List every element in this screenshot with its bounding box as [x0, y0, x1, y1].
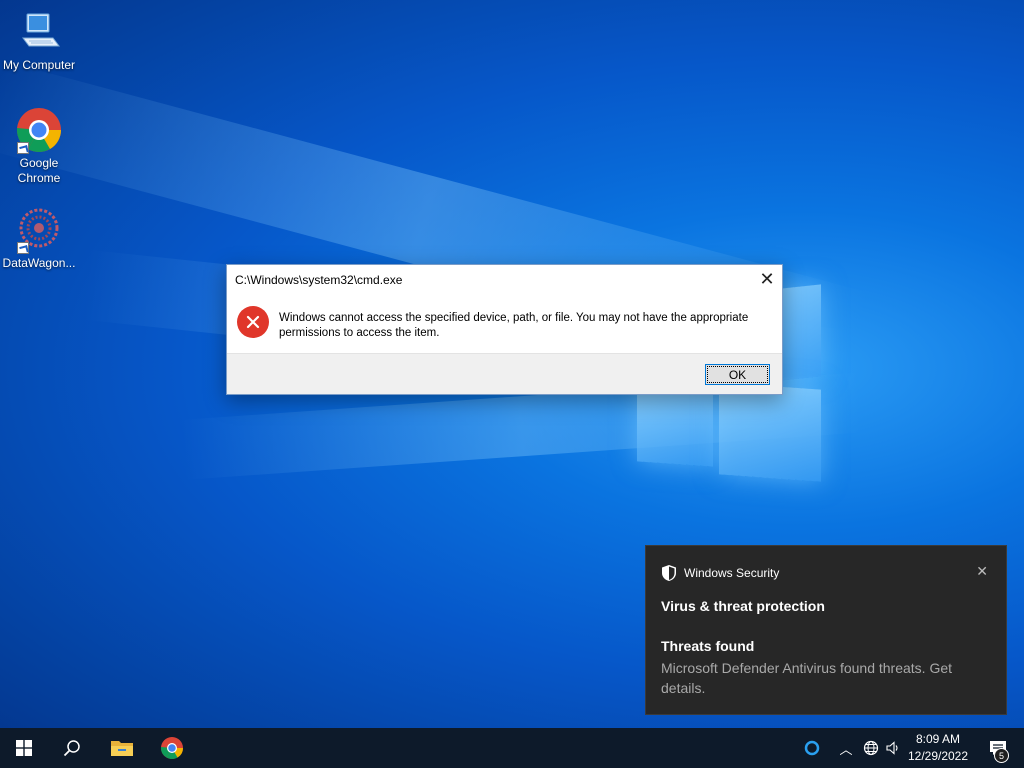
error-dialog: C:\Windows\system32\cmd.exe ✕ Windows ca…: [226, 264, 783, 395]
chrome-taskbar-button[interactable]: [148, 728, 196, 768]
toast-title: Threats found: [661, 638, 755, 654]
close-icon: ✕: [759, 268, 775, 289]
computer-icon: [15, 8, 63, 56]
desktop-icon-label: My Computer: [2, 58, 76, 72]
datawagon-icon: [15, 206, 63, 254]
toast-close-button[interactable]: ✕: [976, 563, 988, 580]
security-toast-notification[interactable]: Windows Security ✕ Virus & threat protec…: [645, 545, 1007, 715]
clock-time: 8:09 AM: [915, 732, 961, 746]
network-button[interactable]: [860, 728, 882, 768]
windows-start-icon: [16, 740, 32, 756]
volume-button[interactable]: [882, 728, 904, 768]
loading-icon: [804, 740, 820, 756]
taskbar: ︿ 8:09 AM 12/29/2022 5: [0, 728, 1024, 768]
chrome-icon: [15, 106, 63, 154]
desktop-icon-label: DataWagon...: [2, 256, 76, 270]
speaker-icon: [886, 741, 898, 755]
desktop-icon-google-chrome[interactable]: Google Chrome: [0, 106, 78, 186]
dialog-message: Windows cannot access the specified devi…: [279, 312, 749, 339]
close-icon: ✕: [976, 563, 988, 579]
start-button[interactable]: [0, 728, 48, 768]
dialog-title: C:\Windows\system32\cmd.exe: [235, 273, 403, 287]
dialog-close-button[interactable]: ✕: [752, 265, 782, 293]
chevron-up-icon: ︿: [839, 741, 853, 757]
shield-icon: [661, 564, 677, 582]
desktop-icon-label: Google Chrome: [17, 156, 61, 185]
clock-date: 12/29/2022: [907, 749, 969, 763]
file-explorer-button[interactable]: [98, 728, 146, 768]
action-center-button[interactable]: 5: [978, 728, 1018, 768]
search-button[interactable]: [48, 728, 96, 768]
error-icon: [237, 306, 269, 338]
search-icon: [63, 740, 80, 757]
toast-app-name: Windows Security: [684, 566, 780, 580]
toast-body: Microsoft Defender Antivirus found threa…: [661, 660, 953, 696]
shortcut-arrow-icon: [17, 242, 29, 254]
globe-icon: [863, 740, 879, 756]
taskbar-clock[interactable]: 8:09 AM 12/29/2022: [904, 731, 972, 765]
chrome-icon: [161, 737, 183, 759]
desktop-icon-datawagon[interactable]: DataWagon...: [0, 206, 78, 271]
ok-button[interactable]: OK: [705, 364, 770, 385]
cortana-spinner: [798, 728, 826, 768]
show-hidden-icons-button[interactable]: ︿: [836, 728, 856, 768]
desktop-icon-my-computer[interactable]: My Computer: [0, 8, 78, 73]
dialog-footer: OK: [227, 353, 782, 394]
notification-count-badge: 5: [994, 748, 1009, 763]
desktop: My Computer Google Chrome DataWagon... C…: [0, 0, 1024, 728]
shortcut-arrow-icon: [17, 142, 29, 154]
toast-heading: Virus & threat protection: [661, 598, 825, 614]
folder-icon: [111, 741, 133, 756]
